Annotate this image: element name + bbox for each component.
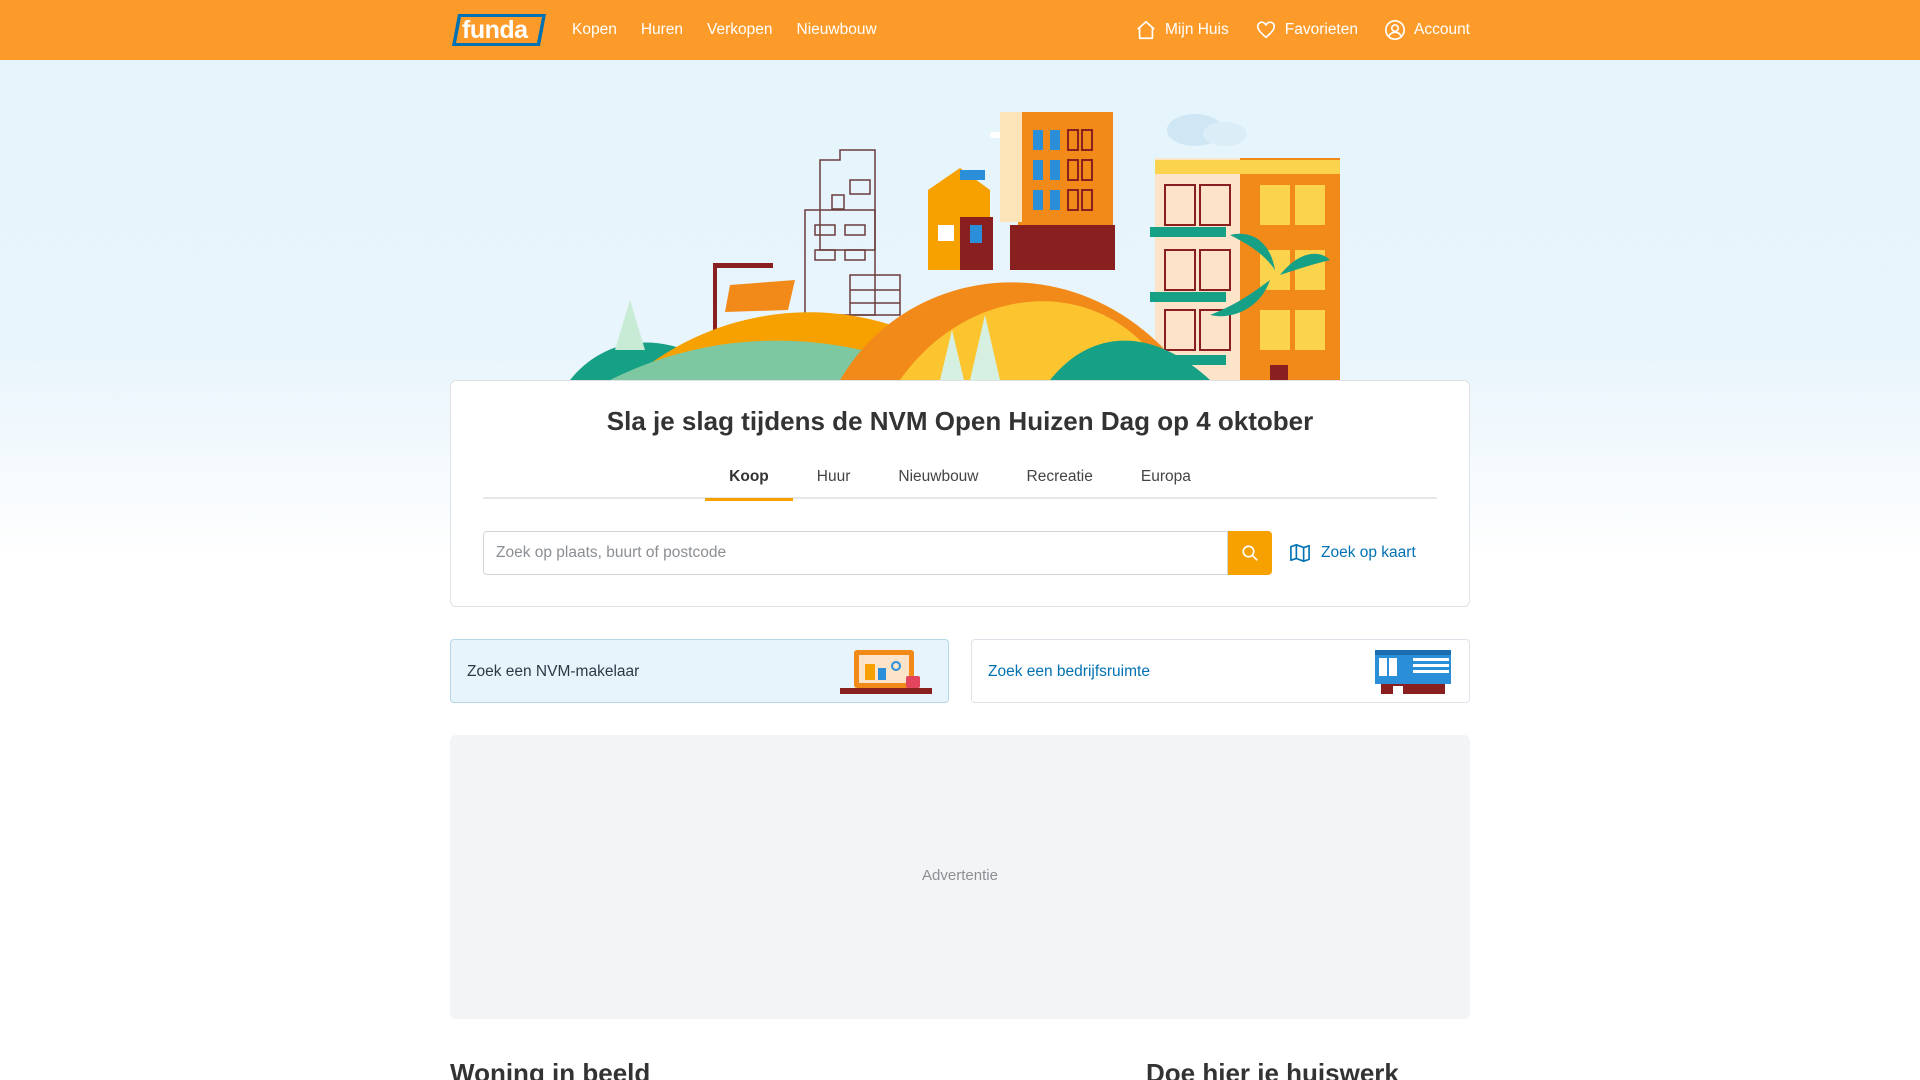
map-link-label: Zoek op kaart <box>1321 544 1416 561</box>
search-type-tabs: Koop Huur Nieuwbouw Recreatie Europa <box>483 463 1437 501</box>
tab-nieuwbouw[interactable]: Nieuwbouw <box>874 463 1002 499</box>
funda-logo[interactable]: funda <box>450 12 548 48</box>
find-makelaar-card[interactable]: Zoek een NVM-makelaar <box>450 639 949 703</box>
makelaar-label: Zoek een NVM-makelaar <box>467 663 640 680</box>
hero-illustration <box>570 100 1350 380</box>
heart-icon <box>1256 21 1275 39</box>
search-field-wrapper <box>483 531 1228 575</box>
logo-text: funda <box>462 16 528 44</box>
section-title-huiswerk: Doe hier je huiswerk <box>1146 1058 1399 1080</box>
page-headline: Sla je slag tijdens de NVM Open Huizen D… <box>606 406 1314 436</box>
user-icon <box>1384 20 1405 40</box>
search-button[interactable] <box>1228 531 1272 575</box>
find-bedrijfsruimte-card[interactable]: Zoek een bedrijfsruimte <box>971 639 1470 703</box>
account-link[interactable]: Account <box>1384 19 1470 41</box>
nav-link-kopen[interactable]: Kopen <box>572 21 617 39</box>
favorieten-label: Favorieten <box>1284 21 1358 38</box>
mijn-huis-label: Mijn Huis <box>1165 21 1229 38</box>
nav-link-huren[interactable]: Huren <box>641 21 683 39</box>
bedrijfsruimte-label: Zoek een bedrijfsruimte <box>988 663 1150 680</box>
section-title-woning-in-beeld: Woning in beeld <box>450 1058 651 1080</box>
search-icon <box>1242 545 1258 561</box>
top-navigation: funda Kopen Huren Verkopen Nieuwbouw Mij… <box>0 0 1920 60</box>
favorieten-link[interactable]: Favorieten <box>1255 19 1358 41</box>
nav-inner: funda Kopen Huren Verkopen Nieuwbouw Mij… <box>450 0 1470 60</box>
tab-europa[interactable]: Europa <box>1117 463 1215 499</box>
city-illustration <box>570 112 1340 380</box>
search-on-map-link[interactable]: Zoek op kaart <box>1289 531 1416 575</box>
office-building-illustration <box>1375 650 1451 694</box>
advertisement-slot: Advertentie <box>450 735 1470 1019</box>
tab-list: Koop Huur Nieuwbouw Recreatie Europa <box>483 463 1437 501</box>
makelaar-illustration <box>840 650 932 694</box>
tab-koop[interactable]: Koop <box>705 463 793 501</box>
advertisement-label: Advertentie <box>922 867 998 884</box>
nav-link-nieuwbouw[interactable]: Nieuwbouw <box>797 21 877 39</box>
user-menu: Mijn Huis Favorieten Account <box>1135 0 1470 60</box>
search-card: Sla je slag tijdens de NVM Open Huizen D… <box>450 380 1470 607</box>
nav-link-verkopen[interactable]: Verkopen <box>707 21 773 39</box>
main-menu: Kopen Huren Verkopen Nieuwbouw <box>572 0 877 60</box>
search-input[interactable] <box>484 532 1227 574</box>
tab-recreatie[interactable]: Recreatie <box>1003 463 1117 499</box>
account-label: Account <box>1413 21 1470 38</box>
map-icon <box>1290 544 1310 562</box>
tab-huur[interactable]: Huur <box>793 463 875 499</box>
mijn-huis-link[interactable]: Mijn Huis <box>1135 19 1229 41</box>
house-icon <box>1137 20 1155 40</box>
